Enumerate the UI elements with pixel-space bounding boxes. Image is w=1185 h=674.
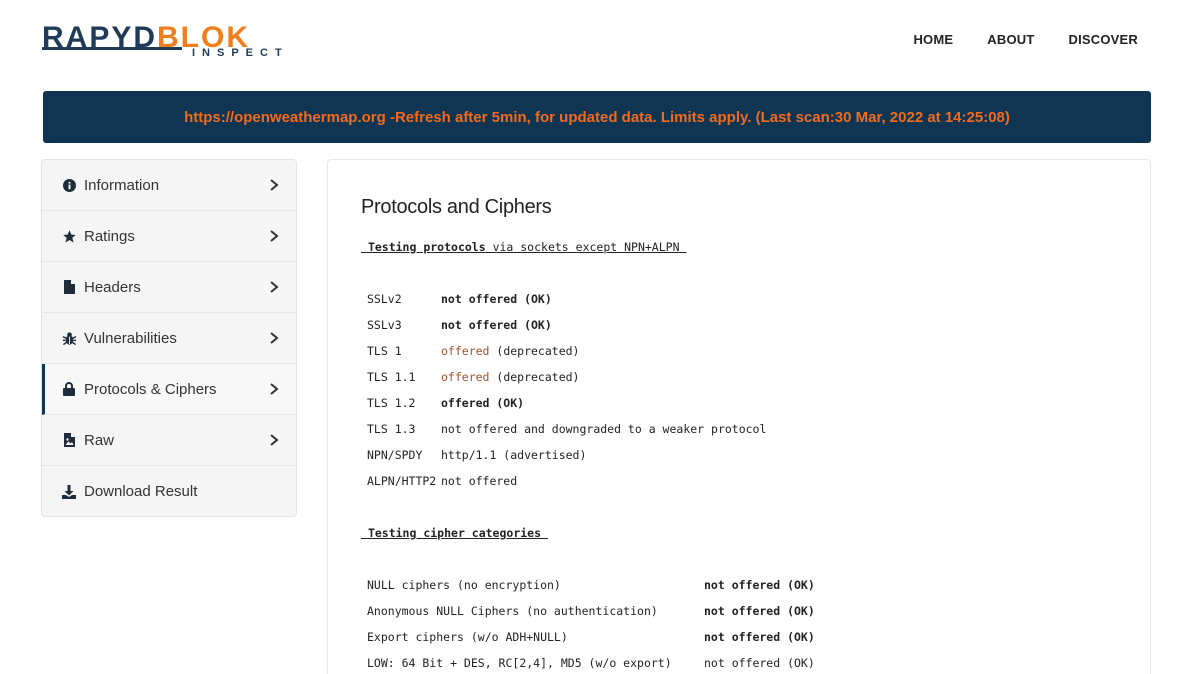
sidebar-item-download-result[interactable]: Download Result	[42, 466, 296, 516]
scan-banner: https://openweathermap.org -Refresh afte…	[43, 91, 1151, 143]
cipher-category-status: not offered (OK)	[704, 630, 815, 644]
logo[interactable]: RAPYDBLOK INSPECT	[42, 22, 302, 62]
cipher-category-name: Anonymous NULL Ciphers (no authenticatio…	[367, 604, 658, 618]
file-image-icon	[61, 432, 77, 448]
section-heading-rest: via sockets except NPN+ALPN	[485, 240, 687, 254]
protocol-name: TLS 1.2	[367, 396, 416, 410]
nav-discover-link[interactable]: DISCOVER	[1068, 32, 1138, 47]
protocol-status: not offered	[441, 474, 518, 488]
chevron-right-icon	[270, 281, 279, 293]
protocol-name: SSLv3	[367, 318, 402, 332]
file-icon	[61, 279, 77, 295]
banner-text: https://openweathermap.org -Refresh afte…	[184, 108, 1010, 126]
cipher-category-name: NULL ciphers (no encryption)	[367, 578, 561, 592]
cipher-category-status: not offered (OK)	[704, 656, 815, 670]
sidebar-item-label: Vulnerabilities	[84, 329, 177, 347]
chevron-right-icon	[270, 230, 279, 242]
protocol-status: offered (deprecated)	[441, 370, 579, 384]
sidebar-item-label: Information	[84, 176, 160, 194]
sidebar-item-label: Ratings	[84, 227, 135, 245]
protocol-name: ALPN/HTTP2	[367, 474, 437, 488]
protocol-status: http/1.1 (advertised)	[441, 448, 587, 462]
sidebar-item-label: Download Result	[84, 483, 198, 500]
logo-subtitle: INSPECT	[192, 47, 289, 59]
cipher-category-status: not offered (OK)	[704, 604, 815, 618]
sidebar-item-information[interactable]: Information	[42, 160, 296, 211]
lock-icon	[61, 381, 77, 397]
bug-icon	[61, 330, 77, 346]
star-icon	[61, 228, 77, 244]
cipher-category-status: not offered (OK)	[704, 578, 815, 592]
sidebar-item-vulnerabilities[interactable]: Vulnerabilities	[42, 313, 296, 364]
chevron-right-icon	[270, 383, 279, 395]
protocol-name: SSLv2	[367, 292, 402, 306]
status-offered: offered	[441, 370, 490, 384]
nav-home-link[interactable]: HOME	[913, 32, 953, 47]
sidebar-item-label: Raw	[84, 431, 115, 449]
sidebar-item-raw[interactable]: Raw	[42, 415, 296, 466]
protocol-status: not offered and downgraded to a weaker p…	[441, 422, 767, 436]
sidebar-item-headers[interactable]: Headers	[42, 262, 296, 313]
top-bar: RAPYDBLOK INSPECT HOME ABOUT DISCOVER	[0, 0, 1185, 80]
protocol-status: offered (OK)	[441, 396, 525, 410]
download-icon	[61, 484, 77, 500]
main-panel: Protocols and Ciphers Testing protocols …	[327, 159, 1151, 674]
status-note: (deprecated)	[489, 370, 580, 384]
protocol-name: TLS 1.1	[367, 370, 416, 384]
protocol-status: offered (deprecated)	[441, 344, 579, 358]
status-note: (deprecated)	[489, 344, 580, 358]
sidebar-item-label: Protocols & Ciphers	[84, 380, 217, 398]
section-heading-ciphers: Testing cipher categories	[361, 526, 548, 540]
protocol-name: TLS 1	[367, 344, 402, 358]
page-title: Protocols and Ciphers	[361, 196, 552, 218]
cipher-category-name: LOW: 64 Bit + DES, RC[2,4], MD5 (w/o exp…	[367, 656, 672, 670]
protocol-name: TLS 1.3	[367, 422, 416, 436]
cipher-category-name: Export ciphers (w/o ADH+NULL)	[367, 630, 568, 644]
chevron-right-icon	[270, 179, 279, 191]
sidebar-item-label: Headers	[84, 278, 141, 296]
status-offered: offered	[441, 344, 490, 358]
protocol-name: NPN/SPDY	[367, 448, 423, 462]
sidebar-item-ratings[interactable]: Ratings	[42, 211, 296, 262]
protocol-status: not offered (OK)	[441, 292, 552, 306]
section-heading-bold: Testing protocols	[367, 240, 486, 254]
protocol-status: not offered (OK)	[441, 318, 552, 332]
chevron-right-icon	[270, 332, 279, 344]
section-heading-protocols: Testing protocols via sockets except NPN…	[361, 240, 686, 254]
sidebar: Information Ratings Headers Vulnerabilit…	[41, 159, 297, 517]
section-heading-bold: Testing cipher categories	[367, 526, 542, 540]
info-circle-icon	[61, 177, 77, 193]
chevron-right-icon	[270, 434, 279, 446]
sidebar-item-protocols-ciphers[interactable]: Protocols & Ciphers	[42, 364, 296, 415]
nav-about-link[interactable]: ABOUT	[987, 32, 1034, 47]
main-nav: HOME ABOUT DISCOVER	[879, 32, 1138, 47]
logo-underline	[42, 47, 182, 50]
